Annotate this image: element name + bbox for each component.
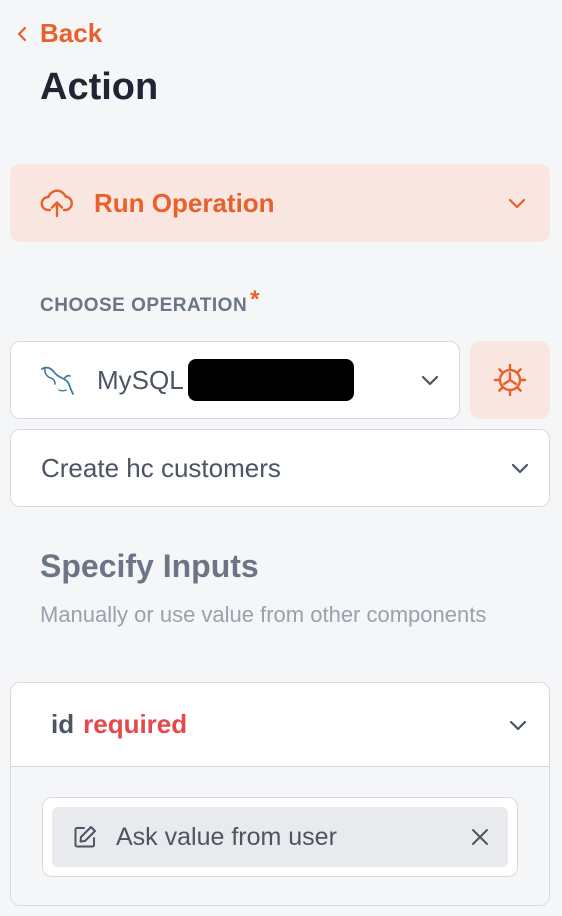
clear-button[interactable] [470,827,490,847]
query-select[interactable]: Create hc customers [10,429,550,507]
cloud-upload-icon [40,189,73,218]
chevron-down-icon [509,720,527,730]
choose-operation-text: CHOOSE OPERATION [40,295,248,316]
query-name: Create hc customers [41,452,281,483]
datasource-select[interactable]: MySQL [10,341,460,419]
specify-inputs-heading: Specify Inputs [40,548,259,584]
datasource-settings-button[interactable] [470,341,550,419]
datasource-name: MySQL [97,364,184,395]
action-type-label: Run Operation [94,187,275,218]
action-type-select[interactable]: Run Operation [10,164,550,242]
chevron-left-icon [17,26,27,41]
redaction-block [187,359,354,401]
chevron-down-icon [511,463,529,474]
param-required-label: required [83,709,188,739]
required-star: * [250,286,261,313]
edit-icon [74,826,96,848]
param-name: id [51,709,75,739]
page-title: Action [40,66,159,108]
ask-value-chip[interactable]: Ask value from user [52,807,508,867]
param-card-id: id required Ask value from user [10,682,550,906]
param-value-field: Ask value from user [42,797,518,877]
chevron-down-icon [508,198,526,209]
gear-icon [493,363,527,397]
param-header[interactable]: id required [11,683,549,767]
close-icon [472,829,488,845]
back-link[interactable]: Back [12,18,102,49]
ask-value-label: Ask value from user [116,822,337,851]
choose-operation-label: CHOOSE OPERATION * [40,286,260,318]
chevron-down-icon [421,375,439,386]
mysql-dolphin-icon [41,366,74,395]
back-label: Back [40,18,103,48]
specify-inputs-subtitle: Manually or use value from other compone… [40,602,487,627]
